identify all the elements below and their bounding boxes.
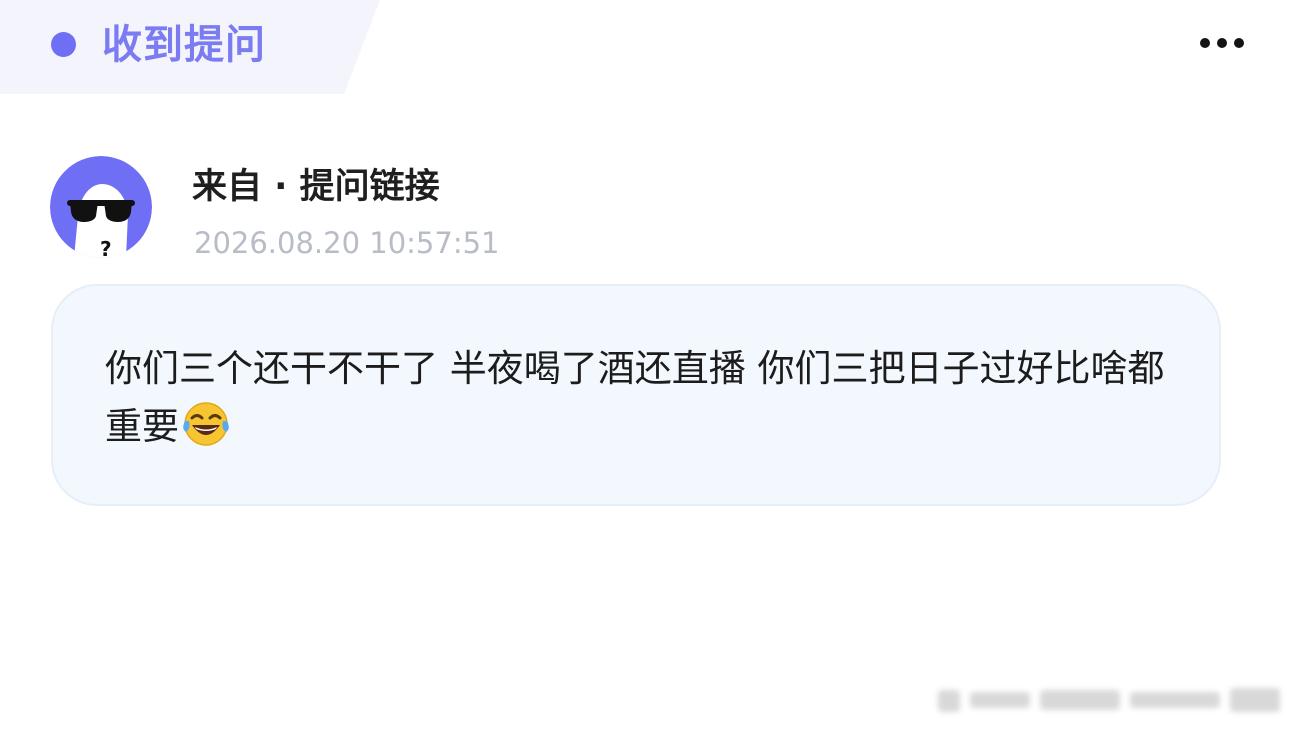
question-text-block: 你们三个还干不干了 半夜喝了酒还直播 你们三把日子过好比啥都重要 (105, 340, 1185, 464)
question-card-screen: 收到提问 ? 来自 · 提问链接 2026.08.20 10:57:51 你们三… (0, 0, 1300, 731)
blurred-watermark-icon (938, 688, 1280, 712)
question-text: 你们三个还干不干了 半夜喝了酒还直播 你们三把日子过好比啥都重要 (105, 347, 1165, 448)
sender-name: 来自 · 提问链接 (192, 167, 440, 207)
more-options-button[interactable] (1196, 30, 1248, 56)
anonymous-sunglasses-avatar-icon: ? (50, 156, 152, 258)
watermark (930, 678, 1290, 720)
header-dot-icon (51, 32, 76, 57)
more-horizontal-icon (1200, 38, 1244, 48)
question-bubble: 你们三个还干不干了 半夜喝了酒还直播 你们三把日子过好比啥都重要 (51, 284, 1221, 506)
avatar[interactable]: ? (50, 156, 152, 258)
svg-text:?: ? (100, 237, 112, 258)
page-title: 收到提问 (102, 22, 266, 68)
tears-of-joy-emoji-icon (181, 401, 231, 464)
sender-timestamp: 2026.08.20 10:57:51 (194, 226, 500, 260)
